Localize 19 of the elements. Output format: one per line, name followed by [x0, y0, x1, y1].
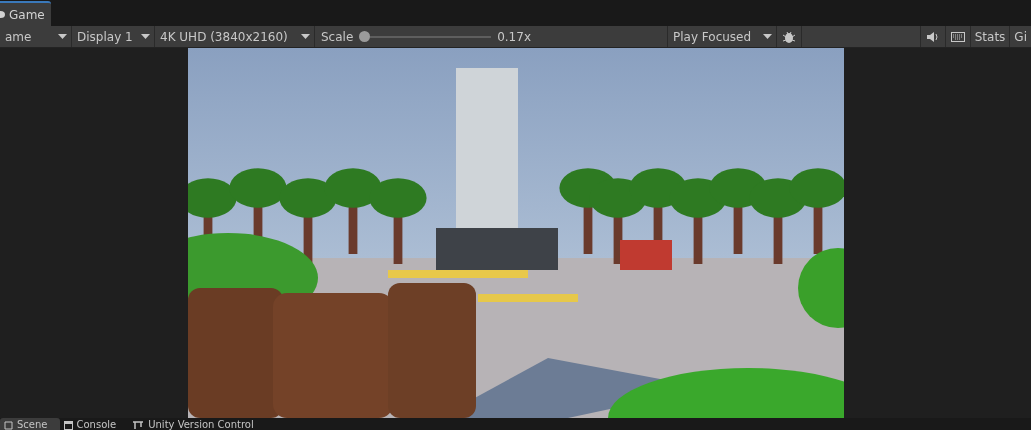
- audio-button[interactable]: [919, 26, 946, 47]
- speaker-icon: [926, 31, 939, 42]
- caret-icon: [301, 34, 310, 39]
- scale-value: 0.17x: [497, 29, 531, 44]
- caret-icon: [58, 34, 67, 39]
- panel-tab[interactable]: Console: [59, 418, 129, 430]
- panel-tab[interactable]: Scene: [0, 418, 60, 430]
- scale-label: Scale: [321, 29, 354, 44]
- game-tab[interactable]: Game: [0, 1, 51, 26]
- keyboard-icon: [950, 31, 965, 42]
- stats-button[interactable]: Stats: [970, 26, 1011, 47]
- slider-thumb[interactable]: [359, 31, 371, 42]
- gizmos-button[interactable]: Gi: [1010, 26, 1031, 47]
- panel-tab[interactable]: Unity Version Control: [128, 418, 266, 430]
- bug-icon: [782, 29, 796, 44]
- branch-icon: [132, 420, 145, 430]
- caret-icon: [141, 34, 150, 39]
- play-mode-dropdown[interactable]: Play Focused: [667, 26, 777, 47]
- caret-icon: [763, 34, 772, 39]
